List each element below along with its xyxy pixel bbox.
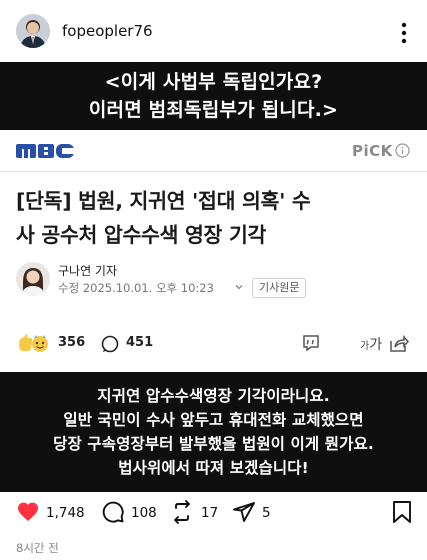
- edit-time: 수정 2025.10.01. 오후 10:23: [58, 281, 214, 295]
- font-size-button[interactable]: 가가: [360, 334, 382, 354]
- share-icon[interactable]: [388, 332, 410, 354]
- news-header: PiCK: [0, 130, 427, 172]
- news-headline: [단독] 법원, 지귀연 '접대 의혹' 수 사 공수처 압수수색 영장 기각: [16, 184, 411, 252]
- share-count[interactable]: 5: [262, 505, 271, 521]
- caption-top-line2: 이러면 범죄독립부가 됩니다.>: [88, 99, 339, 121]
- like-count[interactable]: 1,748: [46, 505, 85, 521]
- more-options-icon[interactable]: [400, 22, 408, 44]
- pick-label: PiCK: [352, 142, 393, 160]
- headline-line1: [단독] 법원, 지귀연 '접대 의혹' 수: [16, 189, 311, 213]
- post-image[interactable]: <이게 사법부 독립인가요? 이러면 범죄독립부가 됩니다.> PiCK [단독…: [0, 62, 427, 530]
- comment-count-action[interactable]: 108: [131, 505, 157, 521]
- mbc-logo: [16, 144, 74, 158]
- reaction-emoji-icon[interactable]: [16, 332, 56, 354]
- comment-count: 451: [126, 335, 154, 350]
- byline: 구나연 기자 수정 2025.10.01. 오후 10:23 기사원문: [16, 262, 411, 308]
- chevron-down-icon[interactable]: [234, 282, 244, 292]
- bookmark-icon[interactable]: [392, 500, 412, 524]
- headline-line2: 사 공수처 압수수색 영장 기각: [16, 223, 267, 247]
- quote-icon[interactable]: [300, 332, 322, 354]
- username[interactable]: fopeopler76: [62, 22, 153, 40]
- caption-bottom-line4: 법사위에서 따져 보겠습니다!: [118, 459, 309, 477]
- caption-bottom-line1: 지귀연 압수수색영장 기각이라니요.: [97, 387, 330, 405]
- heart-icon[interactable]: [16, 500, 40, 524]
- caption-top-line1: <이게 사법부 독립인가요?: [104, 71, 323, 93]
- comment-icon[interactable]: [101, 500, 125, 524]
- reporter-name: 구나연 기자: [58, 264, 118, 278]
- post-action-bar: 1,748 108 17 5: [0, 496, 427, 530]
- reaction-count: 356: [58, 335, 86, 350]
- post-timestamp: 8시간 전: [16, 541, 59, 555]
- repost-count[interactable]: 17: [201, 505, 218, 521]
- caption-bottom-line3: 당장 구속영장부터 발부했을 법원이 이게 뭔가요.: [53, 435, 374, 453]
- send-icon[interactable]: [232, 500, 256, 524]
- caption-top-banner: <이게 사법부 독립인가요? 이러면 범죄독립부가 됩니다.>: [0, 62, 427, 130]
- comment-bubble-icon[interactable]: [100, 334, 120, 354]
- font-size-large-label: 가: [369, 337, 383, 353]
- original-article-button[interactable]: 기사원문: [252, 278, 307, 298]
- profile-avatar[interactable]: [16, 14, 50, 48]
- caption-bottom-line2: 일반 국민이 수사 앞두고 휴대전화 교체했으면: [63, 411, 364, 429]
- reaction-bar: 356 451 가가: [0, 324, 427, 364]
- reporter-avatar: [16, 262, 50, 296]
- info-icon[interactable]: [395, 143, 410, 158]
- post-header: fopeopler76: [0, 0, 427, 62]
- caption-bottom-banner: 지귀연 압수수색영장 기각이라니요. 일반 국민이 수사 앞두고 휴대전화 교체…: [0, 372, 427, 492]
- repost-icon[interactable]: [170, 500, 194, 524]
- font-size-small-label: 가: [360, 341, 370, 352]
